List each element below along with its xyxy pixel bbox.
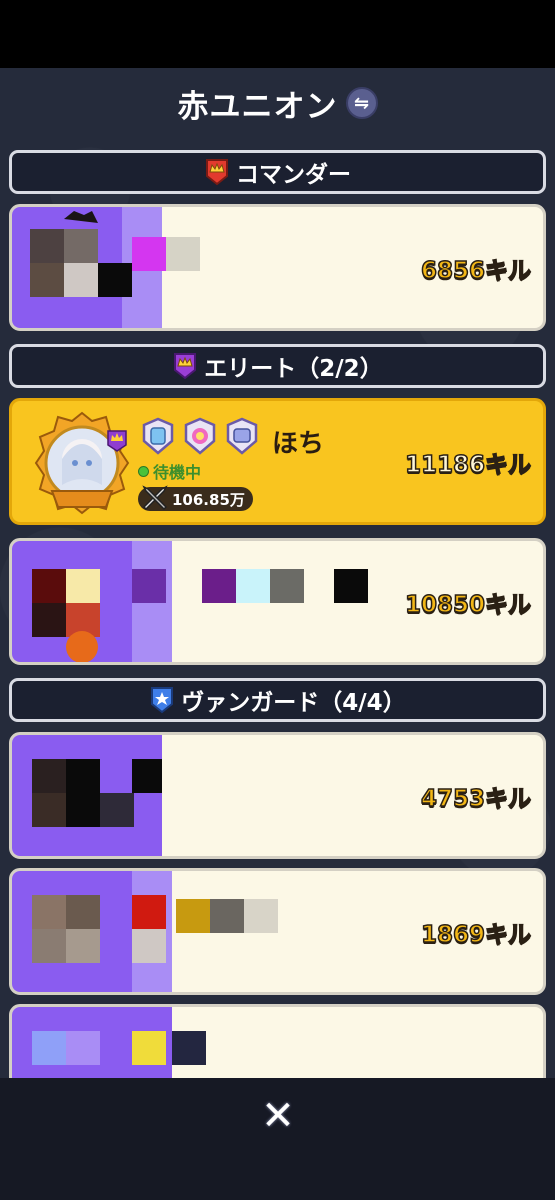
kill-count: 1869キル (420, 921, 532, 949)
censor-block (236, 569, 270, 603)
censor-block (172, 1031, 206, 1065)
online-dot-icon (138, 465, 149, 477)
censor-block (334, 569, 368, 603)
avatar (32, 411, 132, 515)
kill-count: 4753キル (420, 785, 532, 813)
page-title: 赤ユニオン (177, 88, 338, 125)
member-card-vanguard[interactable]: 4753キル (9, 732, 546, 859)
censored-avatar (12, 735, 162, 856)
censor-block (210, 899, 244, 933)
member-card-vanguard[interactable]: 1869キル (9, 868, 546, 995)
swap-icon: ⇋ (353, 92, 370, 114)
censored-avatar (12, 871, 172, 992)
censor-block (270, 569, 304, 603)
member-card-self[interactable]: ほち 待機中 106.85万 11186キル (9, 398, 546, 525)
section-label-commander: コマンダー (236, 162, 351, 188)
member-card-vanguard[interactable] (9, 1004, 546, 1078)
censored-avatar (12, 1007, 172, 1078)
rank-badge-icon (142, 417, 174, 455)
rank-badges (138, 417, 262, 457)
kill-count: 11186キル (404, 451, 532, 479)
section-label-elite: エリート（2/2） (204, 356, 383, 382)
section-header-commander: コマンダー (9, 150, 546, 194)
power-value: 106.85万 (172, 490, 245, 509)
member-card-commander[interactable]: 6856キル (9, 204, 546, 331)
header: 赤ユニオン ⇋ (0, 82, 555, 125)
censor-block (132, 237, 166, 271)
close-button[interactable]: ✕ (256, 1093, 300, 1139)
section-label-vanguard: ヴァンガード（4/4） (181, 690, 406, 716)
crossed-swords-icon (142, 485, 168, 511)
combat-power: 106.85万 (138, 485, 253, 511)
censor-block (202, 569, 236, 603)
star-badge-icon (151, 687, 174, 714)
kill-count: 10850キル (404, 591, 532, 619)
censor-block (166, 237, 200, 271)
close-icon: ✕ (261, 1093, 295, 1139)
avatar-frame-icon (34, 411, 130, 515)
rank-badge-icon (184, 417, 216, 455)
kill-count: 6856キル (420, 257, 532, 285)
crown-badge-icon (174, 353, 197, 380)
union-panel: 赤ユニオン ⇋ コマンダー 6856キル エリート（2/2） ほち 待機中 10… (0, 68, 555, 1078)
section-header-elite: エリート（2/2） (9, 344, 546, 388)
crown-badge-icon (206, 159, 228, 186)
section-header-vanguard: ヴァンガード（4/4） (9, 678, 546, 722)
censor-block (244, 899, 278, 933)
censored-avatar (12, 541, 172, 662)
rank-badge-icon (226, 417, 258, 455)
swap-union-button[interactable]: ⇋ (345, 87, 378, 119)
status-label: 待機中 (153, 463, 202, 482)
player-name: ほち (272, 429, 325, 459)
player-status: 待機中 (138, 459, 201, 483)
member-card-elite[interactable]: 10850キル (9, 538, 546, 665)
censor-block (176, 899, 210, 933)
status-bar-area (0, 0, 555, 68)
